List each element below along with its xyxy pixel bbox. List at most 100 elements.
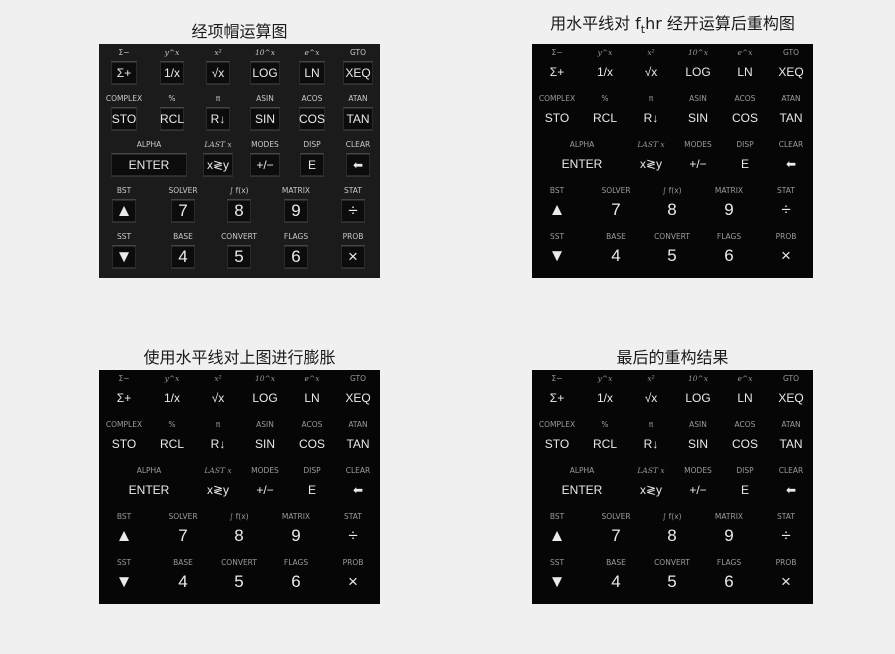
shift-label: BASE	[606, 558, 626, 567]
key-label: Σ+	[549, 65, 565, 79]
key-label: E	[307, 483, 316, 497]
shift-label: BASE	[173, 558, 193, 567]
shift-label: CONVERT	[221, 232, 257, 241]
key-label: +/−	[689, 483, 707, 497]
keypad-row: SST BASE CONVERT FLAGS PROB ▼ 4 5 6 ×	[532, 554, 813, 600]
panel-title: 使用水平线对上图进行膨胀	[79, 344, 400, 370]
key-label: ▼	[548, 572, 566, 591]
keypad-row: ALPHA LAST x MODES DISP CLEAR ENTER x≷y +/− E ⬅	[99, 136, 380, 182]
key-label: RCL	[593, 111, 618, 125]
shift-label: e^x	[304, 374, 320, 383]
key-label: SIN	[250, 107, 280, 131]
key-label: R↓	[643, 111, 659, 125]
key-label: 5	[227, 245, 251, 269]
panel-title-text: 经项帽运算图	[191, 22, 288, 41]
key-label: 6	[724, 572, 734, 591]
key-label: 9	[284, 199, 308, 223]
key-label: 7	[171, 199, 195, 223]
shift-label: GTO	[349, 48, 367, 57]
shift-label: ALPHA	[136, 140, 162, 149]
key-label: √x	[211, 391, 225, 405]
shift-label: %	[601, 94, 609, 103]
shift-label: MODES	[684, 466, 712, 475]
key-label: STO	[111, 437, 137, 451]
key-label: XEQ	[778, 65, 804, 79]
shift-label: x²	[647, 374, 655, 383]
shift-label: STAT	[777, 512, 795, 521]
key-label: 4	[178, 572, 188, 591]
shift-label: ACOS	[301, 94, 323, 103]
key-label: STO	[544, 437, 570, 451]
keypad-row: Σ− y^x x² 10^x e^x GTO Σ+ 1/x √x LOG LN XEQ	[99, 44, 380, 90]
calculator-keypad-image: Σ− y^x x² 10^x e^x GTO Σ+ 1/x √x LOG LN XEQ COMPLEX%…	[99, 44, 380, 278]
keypad-row: COMPLEX% π ASIN ACOS ATAN STO RCL R↓ SIN COS TAN	[99, 416, 380, 462]
shift-label: DISP	[303, 466, 321, 475]
key-label: ×	[341, 245, 365, 269]
key-label: 6	[284, 245, 308, 269]
shift-label: ASIN	[256, 420, 274, 429]
panel-title: 用水平线对 fthr 经开运算后重构图	[512, 10, 833, 36]
key-label: +/−	[250, 153, 280, 177]
key-label: 4	[611, 572, 621, 591]
key-label: XEQ	[345, 391, 371, 405]
keypad-row: Σ− y^x x² 10^x e^x GTO Σ+ 1/x √x LOG LN XEQ	[532, 44, 813, 90]
shift-label: PROB	[342, 232, 364, 241]
shift-label: 10^x	[687, 374, 709, 383]
key-label: 4	[611, 246, 621, 265]
shift-label: ATAN	[348, 420, 368, 429]
key-label: 1/x	[596, 391, 613, 405]
shift-label: BST	[549, 512, 565, 521]
keypad-row: ALPHA LAST x MODES DISP CLEAR ENTER x≷y +/− E ⬅	[532, 462, 813, 508]
shift-label: Σ−	[118, 374, 130, 383]
key-label: ÷	[781, 200, 791, 219]
key-label: R↓	[210, 437, 226, 451]
shift-label: LAST x	[204, 466, 232, 475]
shift-label: FLAGS	[716, 232, 742, 241]
shift-label: ATAN	[348, 94, 368, 103]
key-label: Σ+	[111, 61, 137, 85]
keypad-row: Σ− y^x x² 10^x e^x GTO Σ+ 1/x √x LOG LN XEQ	[99, 370, 380, 416]
shift-label: ∫ f(x)	[229, 186, 249, 195]
shift-label: x²	[214, 374, 222, 383]
keypad-row: ALPHA LAST x MODES DISP CLEAR ENTER x≷y +/− E ⬅	[99, 462, 380, 508]
key-label: ×	[348, 572, 358, 591]
shift-label: ∫ f(x)	[662, 186, 682, 195]
shift-label: SOLVER	[601, 186, 631, 195]
shift-label: Σ−	[118, 48, 130, 57]
key-label: ▼	[548, 246, 566, 265]
shift-label: SST	[116, 558, 132, 567]
key-label: R↓	[206, 107, 230, 131]
keypad-row: COMPLEX% π ASIN ACOS ATAN STO RCL R↓ SIN COS TAN	[99, 90, 380, 136]
shift-label: PROB	[342, 558, 364, 567]
key-label: 6	[724, 246, 734, 265]
key-label: Σ+	[116, 391, 132, 405]
keypad-row: SST BASE CONVERT FLAGS PROB ▼ 4 5 6 ×	[99, 228, 380, 274]
key-label: 5	[234, 572, 244, 591]
key-label: SIN	[687, 111, 708, 125]
shift-label: FLAGS	[716, 558, 742, 567]
shift-label: PROB	[775, 232, 797, 241]
shift-label: 10^x	[687, 48, 709, 57]
shift-label: ASIN	[689, 420, 707, 429]
panel-title-text: 使用水平线对上图进行膨胀	[143, 348, 336, 367]
shift-label: BST	[116, 186, 132, 195]
key-label: 8	[227, 199, 251, 223]
key-label: LN	[737, 65, 753, 79]
key-label: E	[740, 483, 749, 497]
key-label: x≷y	[206, 483, 230, 497]
shift-label: MODES	[251, 140, 279, 149]
shift-label: %	[601, 420, 609, 429]
calculator-keypad-image: Σ− y^x x² 10^x e^x GTO Σ+ 1/x √x LOG LN XEQ COMPLEX%…	[532, 44, 813, 278]
key-label: 1/x	[163, 391, 180, 405]
panel-title-text: 用水平线对 f	[550, 14, 641, 33]
shift-label: CLEAR	[345, 140, 371, 149]
key-label: 7	[611, 200, 621, 219]
shift-label: MATRIX	[281, 512, 311, 521]
key-label: ×	[781, 572, 791, 591]
shift-label: BASE	[606, 232, 626, 241]
key-label: COS	[299, 437, 326, 451]
key-label: ⬅	[352, 483, 364, 497]
key-label: 4	[171, 245, 195, 269]
shift-label: STAT	[344, 512, 362, 521]
shift-label: ASIN	[256, 94, 274, 103]
